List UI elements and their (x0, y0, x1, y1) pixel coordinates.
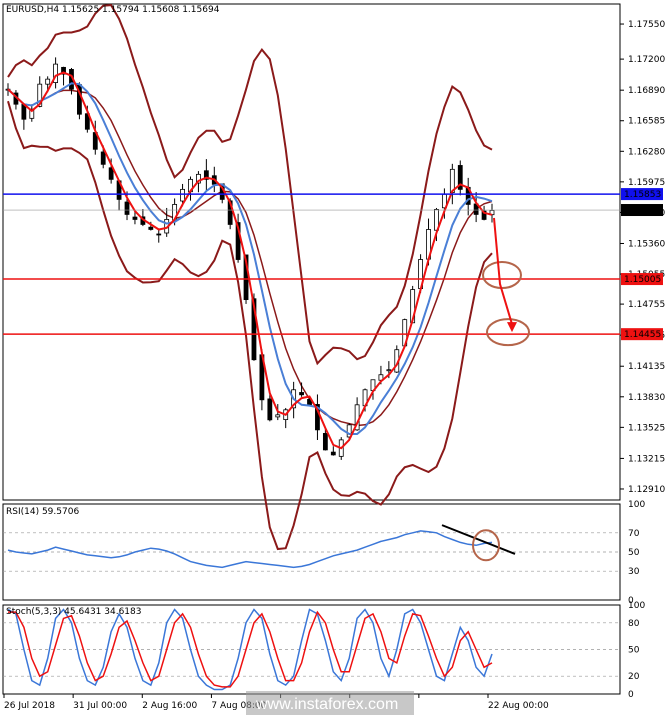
price-tick-label: 1.17200 (628, 55, 665, 65)
stoch-tick-label: 0 (628, 690, 634, 700)
stoch-tick-label: 20 (628, 672, 640, 682)
stoch-tick-label: 50 (628, 646, 640, 656)
candle-body (148, 226, 154, 230)
candle-body (330, 451, 336, 456)
level-label-1.15853: 1.15853 (624, 190, 661, 200)
price-panel-frame (2, 3, 621, 501)
rsi-title: RSI(14) 59.5706 (6, 507, 80, 517)
stoch-tick-label: 80 (628, 619, 640, 629)
candle-body (132, 216, 138, 220)
time-axis-label: 2 Aug 16:00 (142, 701, 197, 711)
price-tick-label: 1.12910 (628, 485, 665, 495)
price-tick-label: 1.14135 (628, 362, 665, 372)
price-tick-label: 1.15360 (628, 239, 665, 249)
price-tick-label: 1.13830 (628, 393, 665, 403)
stoch-tick-label: 100 (628, 601, 645, 611)
price-tick-label: 1.14755 (628, 300, 665, 310)
current-price-label: 1.15694 (624, 206, 661, 216)
candle-body (299, 392, 304, 396)
price-tick-label: 1.15975 (628, 178, 665, 188)
price-tick-label: 1.13215 (628, 454, 665, 464)
level-label-1.15005: 1.15005 (624, 275, 661, 285)
watermark-text: www.instaforex.com (255, 696, 398, 713)
candle-body (322, 433, 328, 451)
chart-window: 1.17550 1.17200 1.16890 1.16585 1.16280 1.159… (0, 0, 665, 718)
candle-body (156, 233, 162, 236)
candle-body (267, 398, 273, 421)
candle-body (45, 78, 51, 85)
candle-body (386, 369, 392, 372)
price-tick-label: 1.13525 (628, 423, 665, 433)
time-axis-label: 26 Jul 2018 (4, 701, 55, 711)
stoch-title: Stoch(5,3,3) 45.6431 34.6183 (6, 607, 142, 617)
candle-body (100, 151, 106, 165)
rsi-tick-label: 30 (628, 567, 640, 577)
candle-body (124, 201, 130, 215)
time-axis-label: 22 Aug 00:00 (488, 701, 549, 711)
price-tick-label: 1.16280 (628, 147, 665, 157)
rsi-tick-label: 70 (628, 529, 640, 539)
candle-body (275, 414, 281, 418)
rsi-tick-label: 100 (628, 500, 645, 510)
rsi-tick-label: 50 (628, 548, 640, 558)
price-tick-label: 1.17550 (628, 20, 665, 30)
price-tick-label: 1.16890 (628, 86, 665, 96)
level-label-1.14455: 1.14455 (624, 330, 661, 340)
price-tick-label: 1.16585 (628, 117, 665, 127)
time-axis-label: 31 Jul 00:00 (73, 701, 127, 711)
candle-body (180, 188, 185, 202)
main-title: EURUSD,H4 1.15625 1.15794 1.15608 1.1569… (6, 5, 220, 15)
